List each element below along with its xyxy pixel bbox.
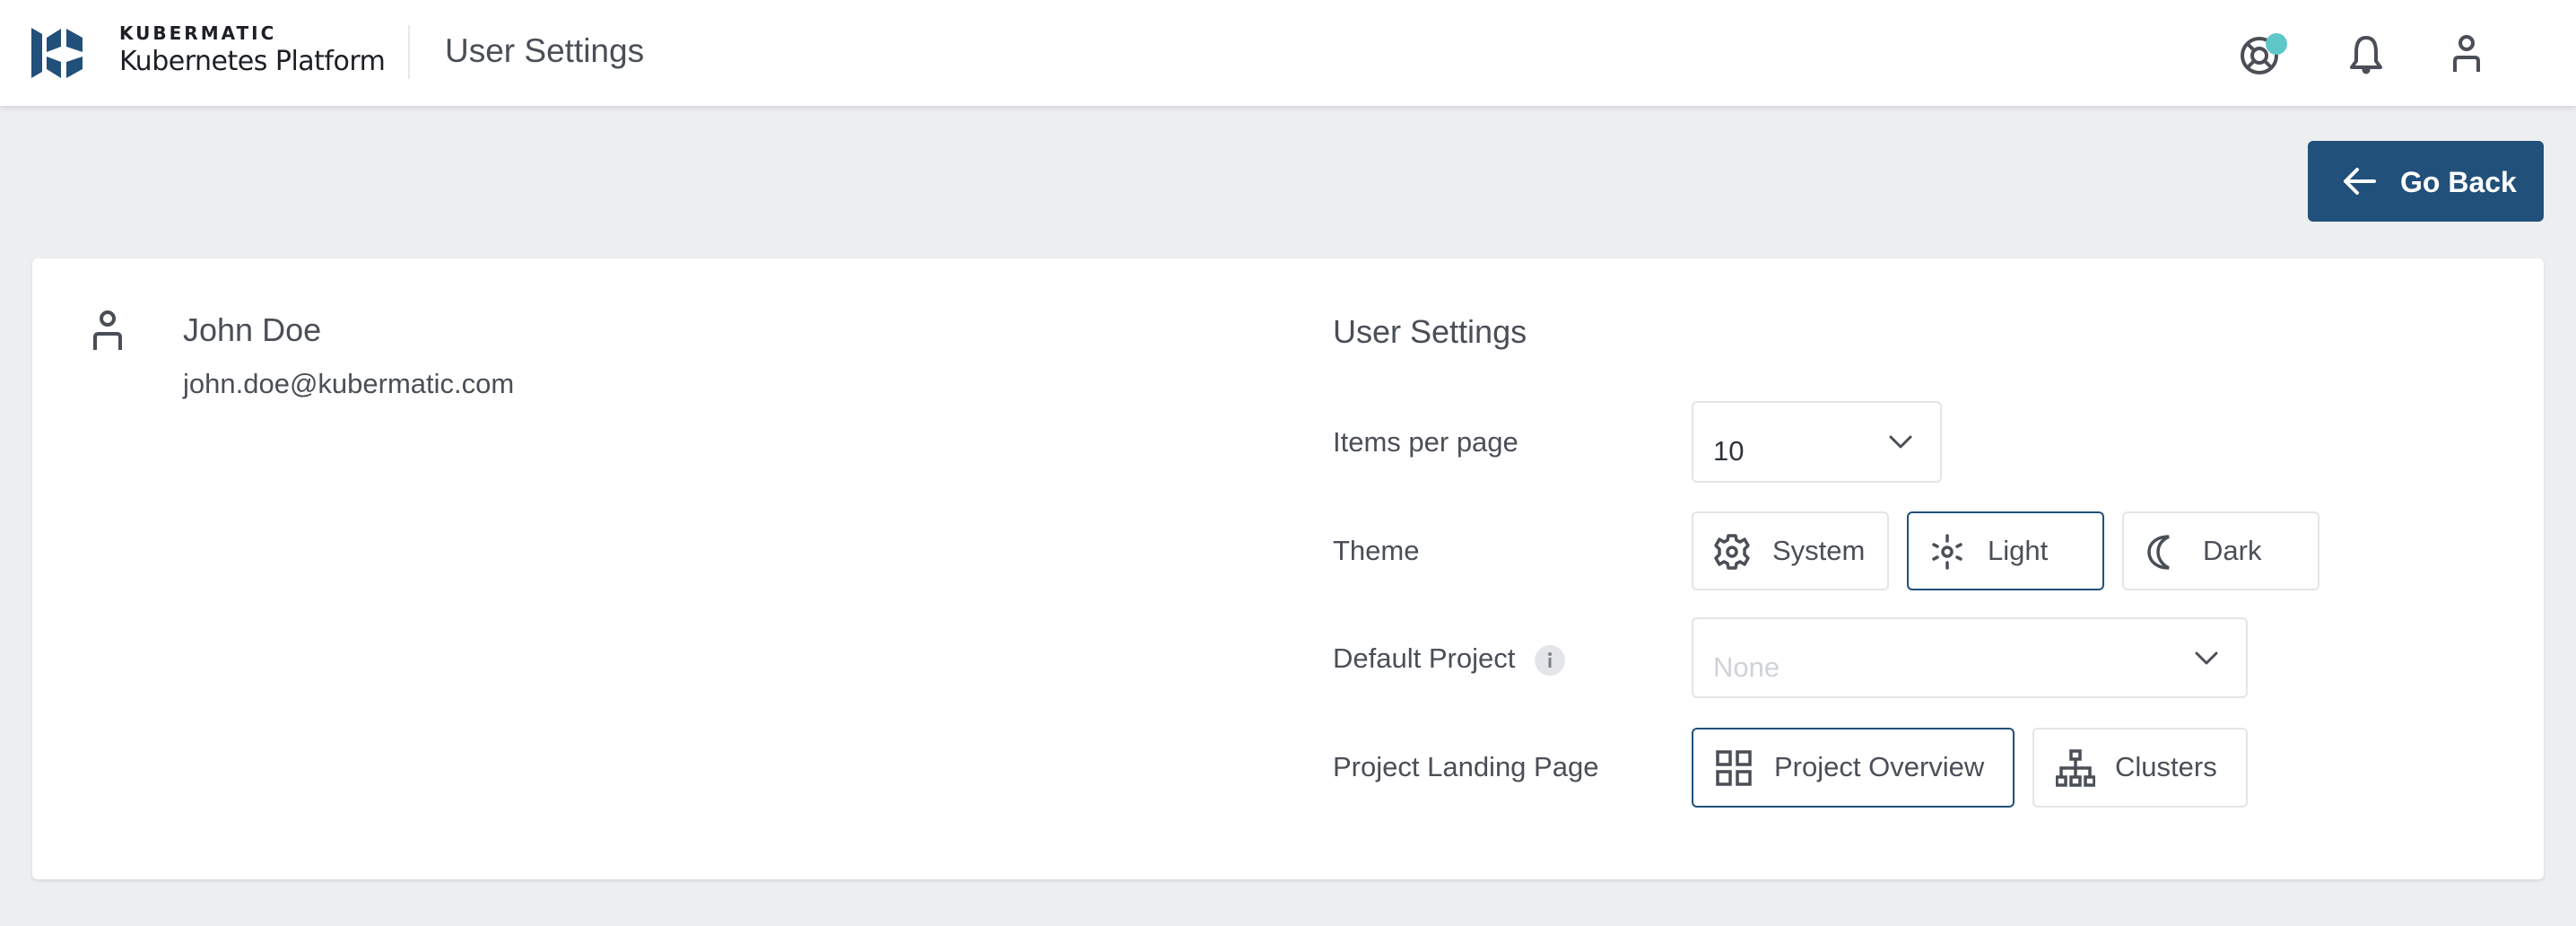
default-project-label: Default Project: [1333, 642, 1516, 674]
account-icon[interactable]: [2443, 31, 2490, 77]
settings-heading: User Settings: [1333, 313, 1527, 350]
theme-dark-button[interactable]: Dark: [2122, 511, 2319, 590]
theme-light-button[interactable]: Light: [1907, 511, 2104, 590]
user-profile-icon: [93, 310, 122, 350]
theme-label: Theme: [1333, 535, 1420, 566]
notifications-bell-icon[interactable]: [2343, 31, 2389, 77]
top-header: KUBERMATIC Kubernetes Platform User Sett…: [0, 0, 2576, 106]
go-back-label: Go Back: [2400, 166, 2517, 198]
arrow-left-icon: [2344, 168, 2376, 195]
brand-top-text: KUBERMATIC: [119, 22, 277, 44]
default-project-select[interactable]: None: [1692, 617, 2248, 698]
default-project-placeholder: None: [1713, 651, 1780, 683]
landing-clusters-label: Clusters: [2115, 751, 2217, 782]
theme-dark-label: Dark: [2203, 535, 2262, 566]
theme-system-button[interactable]: System: [1692, 511, 1889, 590]
page-title: User Settings: [445, 32, 645, 69]
kubermatic-logo-icon[interactable]: [31, 25, 96, 81]
header-divider: [408, 25, 410, 79]
info-glyph-icon: [1548, 652, 1552, 668]
gear-icon: [1714, 534, 1750, 570]
moon-icon: [2147, 535, 2170, 570]
go-back-button[interactable]: Go Back: [2308, 141, 2544, 222]
chevron-down-icon: [2195, 651, 2218, 665]
project-landing-page-label: Project Landing Page: [1333, 751, 1599, 782]
user-email: john.doe@kubermatic.com: [183, 368, 515, 399]
hierarchy-icon: [2056, 749, 2095, 787]
info-icon[interactable]: [1535, 645, 1565, 676]
brand-name: KUBERMATIC Kubernetes Platform: [119, 22, 386, 79]
landing-clusters-button[interactable]: Clusters: [2032, 728, 2248, 808]
landing-project-overview-label: Project Overview: [1774, 751, 1985, 782]
grid-icon: [1716, 750, 1752, 786]
help-notification-badge: [2266, 33, 2287, 55]
items-per-page-label: Items per page: [1333, 426, 1519, 458]
items-per-page-select[interactable]: 10: [1692, 401, 1942, 483]
chevron-down-icon: [1889, 435, 1912, 449]
user-name: John Doe: [183, 311, 322, 348]
sun-icon: [1932, 534, 1962, 570]
landing-project-overview-button[interactable]: Project Overview: [1692, 728, 2015, 808]
brand-bottom-text: Kubernetes Platform: [119, 46, 386, 77]
items-per-page-value: 10: [1713, 435, 1745, 467]
theme-system-label: System: [1772, 535, 1866, 566]
theme-light-label: Light: [1988, 535, 2049, 566]
